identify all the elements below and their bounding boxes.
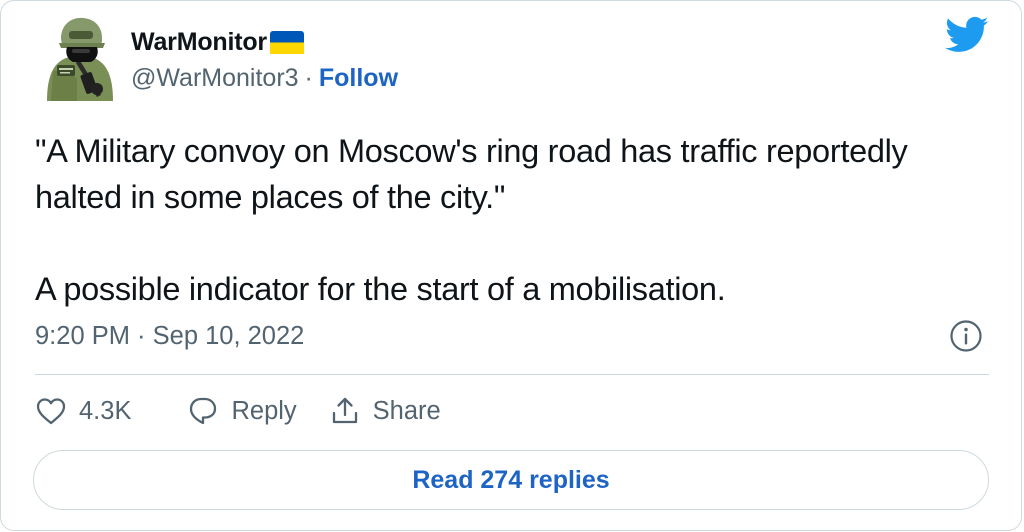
- ukraine-flag-icon: [269, 31, 304, 54]
- user-name-row: WarMonitor: [131, 28, 304, 57]
- tweet-text: "A Military convoy on Moscow's ring road…: [35, 128, 975, 312]
- reply-label: Reply: [231, 396, 297, 425]
- tweet-timestamp[interactable]: 9:20 PM · Sep 10, 2022: [35, 322, 304, 351]
- twitter-bird-icon[interactable]: [945, 16, 989, 54]
- separator: ·: [304, 64, 313, 92]
- share-upload-icon: [332, 397, 357, 424]
- action-bar: 4.3K Reply Share: [35, 395, 441, 427]
- info-icon[interactable]: [949, 319, 983, 353]
- tweet-paragraph-2: A possible indicator for the start of a …: [35, 271, 726, 307]
- tweet-card: WarMonitor @WarMonitor3 · Follow "A Mili…: [0, 0, 1022, 531]
- heart-icon: [36, 398, 66, 425]
- display-name[interactable]: WarMonitor: [131, 28, 267, 57]
- reply-button[interactable]: Reply: [187, 395, 297, 427]
- follow-button[interactable]: Follow: [319, 64, 398, 93]
- divider: [35, 374, 989, 375]
- read-replies-button[interactable]: Read 274 replies: [33, 450, 989, 510]
- tweet-paragraph-1: "A Military convoy on Moscow's ring road…: [35, 133, 908, 215]
- user-handle[interactable]: @WarMonitor3: [131, 64, 299, 93]
- avatar[interactable]: [39, 13, 119, 101]
- reply-bubble-icon: [190, 397, 217, 425]
- like-count: 4.3K: [79, 396, 132, 425]
- handle-row: @WarMonitor3 · Follow: [131, 64, 398, 93]
- like-button[interactable]: 4.3K: [35, 396, 131, 426]
- read-replies-label: Read 274 replies: [412, 465, 610, 494]
- share-button[interactable]: Share: [329, 395, 441, 427]
- share-label: Share: [372, 396, 441, 425]
